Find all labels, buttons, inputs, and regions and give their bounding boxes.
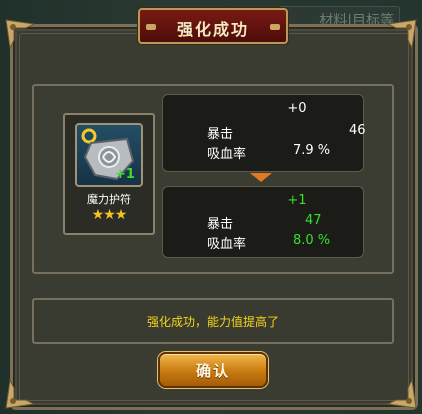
stat-value: 8.0 % (293, 233, 331, 248)
amulet-icon: +1 (75, 123, 143, 187)
corner-ornament-icon (4, 18, 38, 52)
stat-value: 46 (349, 123, 366, 138)
dialog-title-banner: 强化成功 (138, 8, 288, 44)
confirm-button-label: 确认 (195, 362, 230, 380)
arrow-down-icon (250, 173, 272, 182)
item-level-badge: +1 (115, 167, 135, 182)
stats-before-panel: +0 暴击 46 吸血率 7.9 % (162, 94, 366, 172)
corner-ornament-icon (4, 376, 38, 410)
stats-after-panel: +1 暴击 47 吸血率 8.0 % (162, 186, 364, 258)
dialog-title: 强化成功 (176, 20, 249, 39)
confirm-button[interactable]: 确认 (158, 352, 268, 388)
corner-ornament-icon (384, 376, 418, 410)
stats-after-plus: +1 (287, 193, 307, 208)
title-ornament-icon (270, 24, 280, 30)
item-card[interactable]: +1 魔力护符 ★★★ (63, 113, 155, 235)
stat-value: 7.9 % (293, 143, 331, 158)
stat-label: 吸血率 (207, 237, 247, 252)
stat-value: 47 (305, 213, 322, 228)
corner-ornament-icon (384, 18, 418, 52)
stat-label: 暴击 (207, 127, 234, 142)
message-panel: 强化成功，能力值提高了 (32, 298, 394, 344)
stats-before-plus: +0 (287, 101, 307, 116)
item-name: 魔力护符 (87, 193, 131, 206)
item-stars: ★★★ (91, 207, 128, 223)
stat-label: 吸血率 (207, 147, 247, 162)
result-message: 强化成功，能力值提高了 (146, 315, 279, 329)
stat-label: 暴击 (207, 217, 234, 232)
